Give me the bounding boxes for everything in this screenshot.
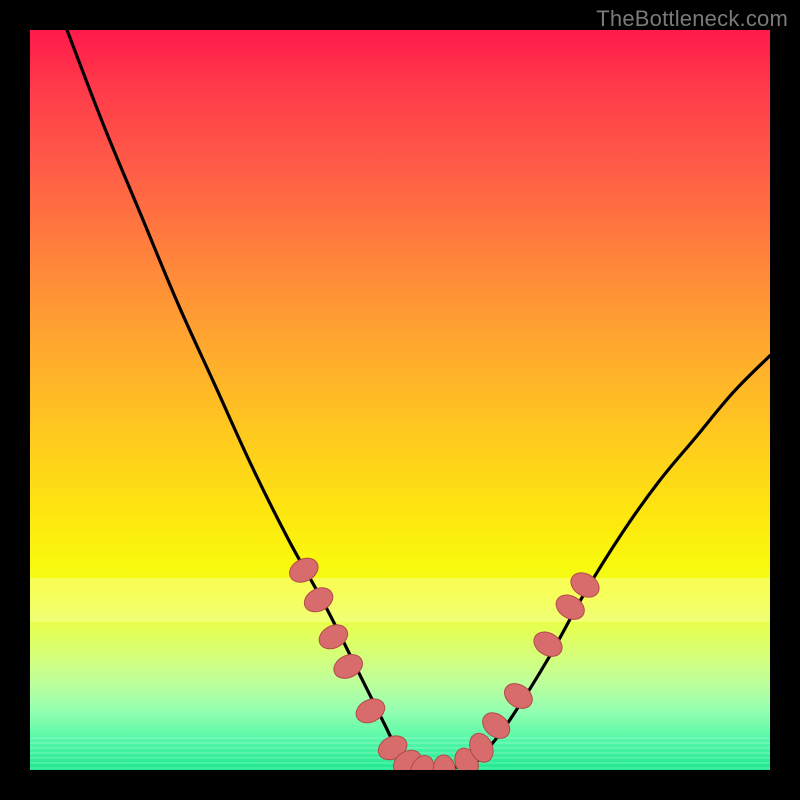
- bottleneck-curve: [67, 30, 770, 770]
- curve-marker: [285, 553, 322, 586]
- attribution-text: TheBottleneck.com: [596, 6, 788, 32]
- curve-marker: [529, 627, 566, 661]
- chart-frame: TheBottleneck.com: [0, 0, 800, 800]
- curve-marker: [300, 583, 337, 616]
- curve-markers: [285, 553, 603, 770]
- curve-marker: [432, 754, 458, 770]
- curve-svg: [30, 30, 770, 770]
- plot-area: [30, 30, 770, 770]
